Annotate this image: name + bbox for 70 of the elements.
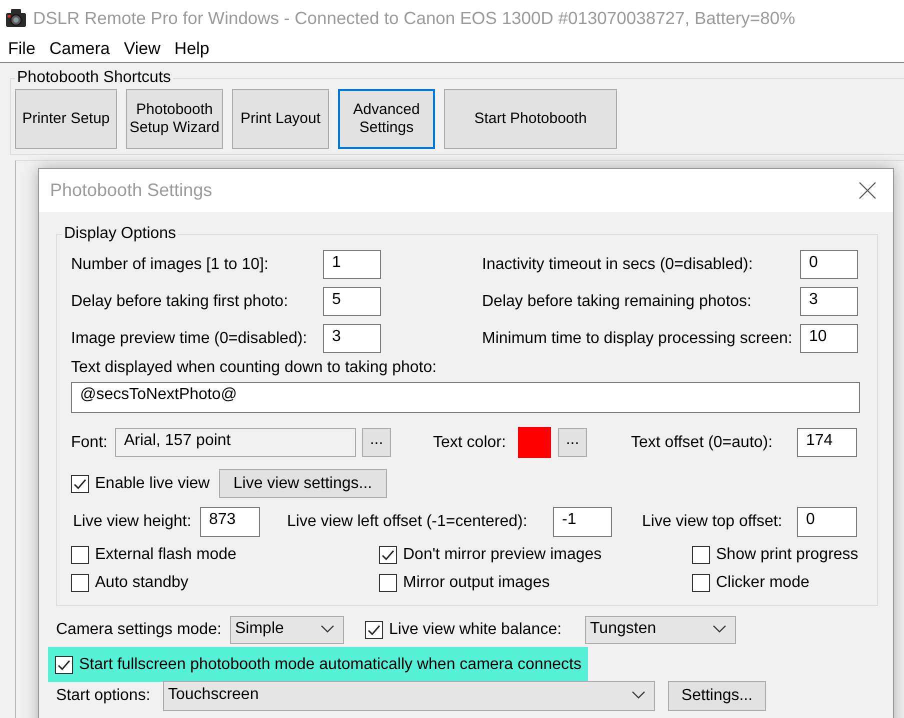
dropdown[interactable]: Touchscreen bbox=[163, 681, 655, 711]
input-field[interactable]: 0 bbox=[797, 507, 857, 537]
field-label: Live view left offset (-1=centered): bbox=[287, 513, 528, 531]
checkbox-label: External flash mode bbox=[95, 546, 236, 564]
input-field[interactable]: 3 bbox=[323, 324, 381, 353]
settings-button[interactable]: Live view settings... bbox=[218, 469, 387, 498]
browse-button[interactable]: ... bbox=[558, 428, 587, 457]
field-label: Live view top offset: bbox=[642, 513, 782, 531]
shortcut-button[interactable]: Printer Setup bbox=[15, 89, 117, 149]
group-title: Photobooth Shortcuts bbox=[16, 69, 172, 87]
shortcut-button[interactable]: Photobooth Setup Wizard bbox=[126, 89, 223, 149]
font-field: Arial, 157 point bbox=[115, 428, 356, 457]
input-field[interactable]: 10 bbox=[800, 324, 858, 353]
checkbox[interactable] bbox=[379, 546, 397, 564]
checkbox[interactable] bbox=[365, 621, 383, 639]
input-field[interactable]: 0 bbox=[800, 250, 858, 279]
dialog-title: Photobooth Settings bbox=[50, 180, 212, 201]
checkbox[interactable] bbox=[55, 656, 73, 674]
dropdown[interactable]: Tungsten bbox=[585, 616, 736, 644]
input-field[interactable]: 174 bbox=[797, 428, 857, 457]
field-label: Start options: bbox=[56, 687, 150, 705]
menu-item[interactable]: Camera bbox=[42, 39, 117, 59]
dropdown[interactable]: Simple bbox=[230, 616, 344, 644]
checkbox-label: Enable live view bbox=[95, 474, 210, 492]
menu-item[interactable]: File bbox=[1, 39, 42, 59]
checkbox[interactable] bbox=[71, 546, 89, 564]
field-label: Text offset (0=auto): bbox=[631, 434, 773, 452]
field-label: Inactivity timeout in secs (0=disabled): bbox=[482, 256, 753, 274]
camera-icon bbox=[5, 8, 27, 28]
shortcut-button[interactable]: Print Layout bbox=[232, 89, 329, 149]
input-field[interactable]: 5 bbox=[323, 287, 381, 316]
field-label: Live view height: bbox=[73, 513, 192, 531]
field-label: Camera settings mode: bbox=[56, 621, 222, 639]
checkbox-label: Show print progress bbox=[716, 546, 858, 564]
checkbox[interactable] bbox=[71, 574, 89, 592]
field-label: Image preview time (0=disabled): bbox=[71, 330, 308, 348]
browse-button[interactable]: ... bbox=[362, 428, 391, 457]
chevron-icon bbox=[632, 691, 645, 699]
input-field[interactable]: -1 bbox=[553, 507, 612, 537]
input-field[interactable]: 1 bbox=[323, 250, 381, 279]
checkbox-label: Mirror output images bbox=[403, 574, 550, 592]
settings-button[interactable]: Settings... bbox=[668, 681, 766, 711]
field-label: Font: bbox=[71, 434, 108, 452]
field-label: Number of images [1 to 10]: bbox=[71, 256, 268, 274]
checkbox[interactable] bbox=[692, 574, 710, 592]
menu-item[interactable]: Help bbox=[167, 39, 216, 59]
checkbox-label: Live view white balance: bbox=[389, 621, 562, 639]
checkbox-label: Start fullscreen photobooth mode automatically when camera connects bbox=[79, 656, 582, 674]
window-title: DSLR Remote Pro for Windows - Connected to Canon EOS 1300D #013070038727, Battery=80% bbox=[33, 8, 796, 28]
field-label: Minimum time to display processing screen: bbox=[482, 330, 792, 348]
chevron-icon bbox=[713, 625, 726, 633]
input-field[interactable]: 3 bbox=[800, 287, 858, 316]
chevron-icon bbox=[321, 625, 334, 633]
field-label: Delay before taking first photo: bbox=[71, 292, 288, 310]
shortcut-button[interactable]: Advanced Settings bbox=[338, 89, 435, 149]
checkbox[interactable] bbox=[692, 546, 710, 564]
shortcut-button[interactable]: Start Photobooth bbox=[444, 89, 617, 149]
checkbox-label: Auto standby bbox=[95, 574, 188, 592]
checkbox[interactable] bbox=[71, 474, 89, 492]
field-label: Text color: bbox=[433, 434, 506, 452]
input-field[interactable]: @secsToNextPhoto@ bbox=[71, 382, 860, 413]
close-icon[interactable] bbox=[859, 182, 876, 199]
field-label: Delay before taking remaining photos: bbox=[482, 292, 752, 310]
group-title: Display Options bbox=[63, 225, 178, 243]
menu-item[interactable]: View bbox=[116, 39, 168, 59]
input-field[interactable]: 873 bbox=[200, 507, 260, 537]
checkbox-label: Clicker mode bbox=[716, 574, 810, 592]
checkbox[interactable] bbox=[379, 574, 397, 592]
field-label: Text displayed when counting down to taking photo: bbox=[71, 359, 438, 377]
checkbox-label: Don't mirror preview images bbox=[403, 546, 602, 564]
